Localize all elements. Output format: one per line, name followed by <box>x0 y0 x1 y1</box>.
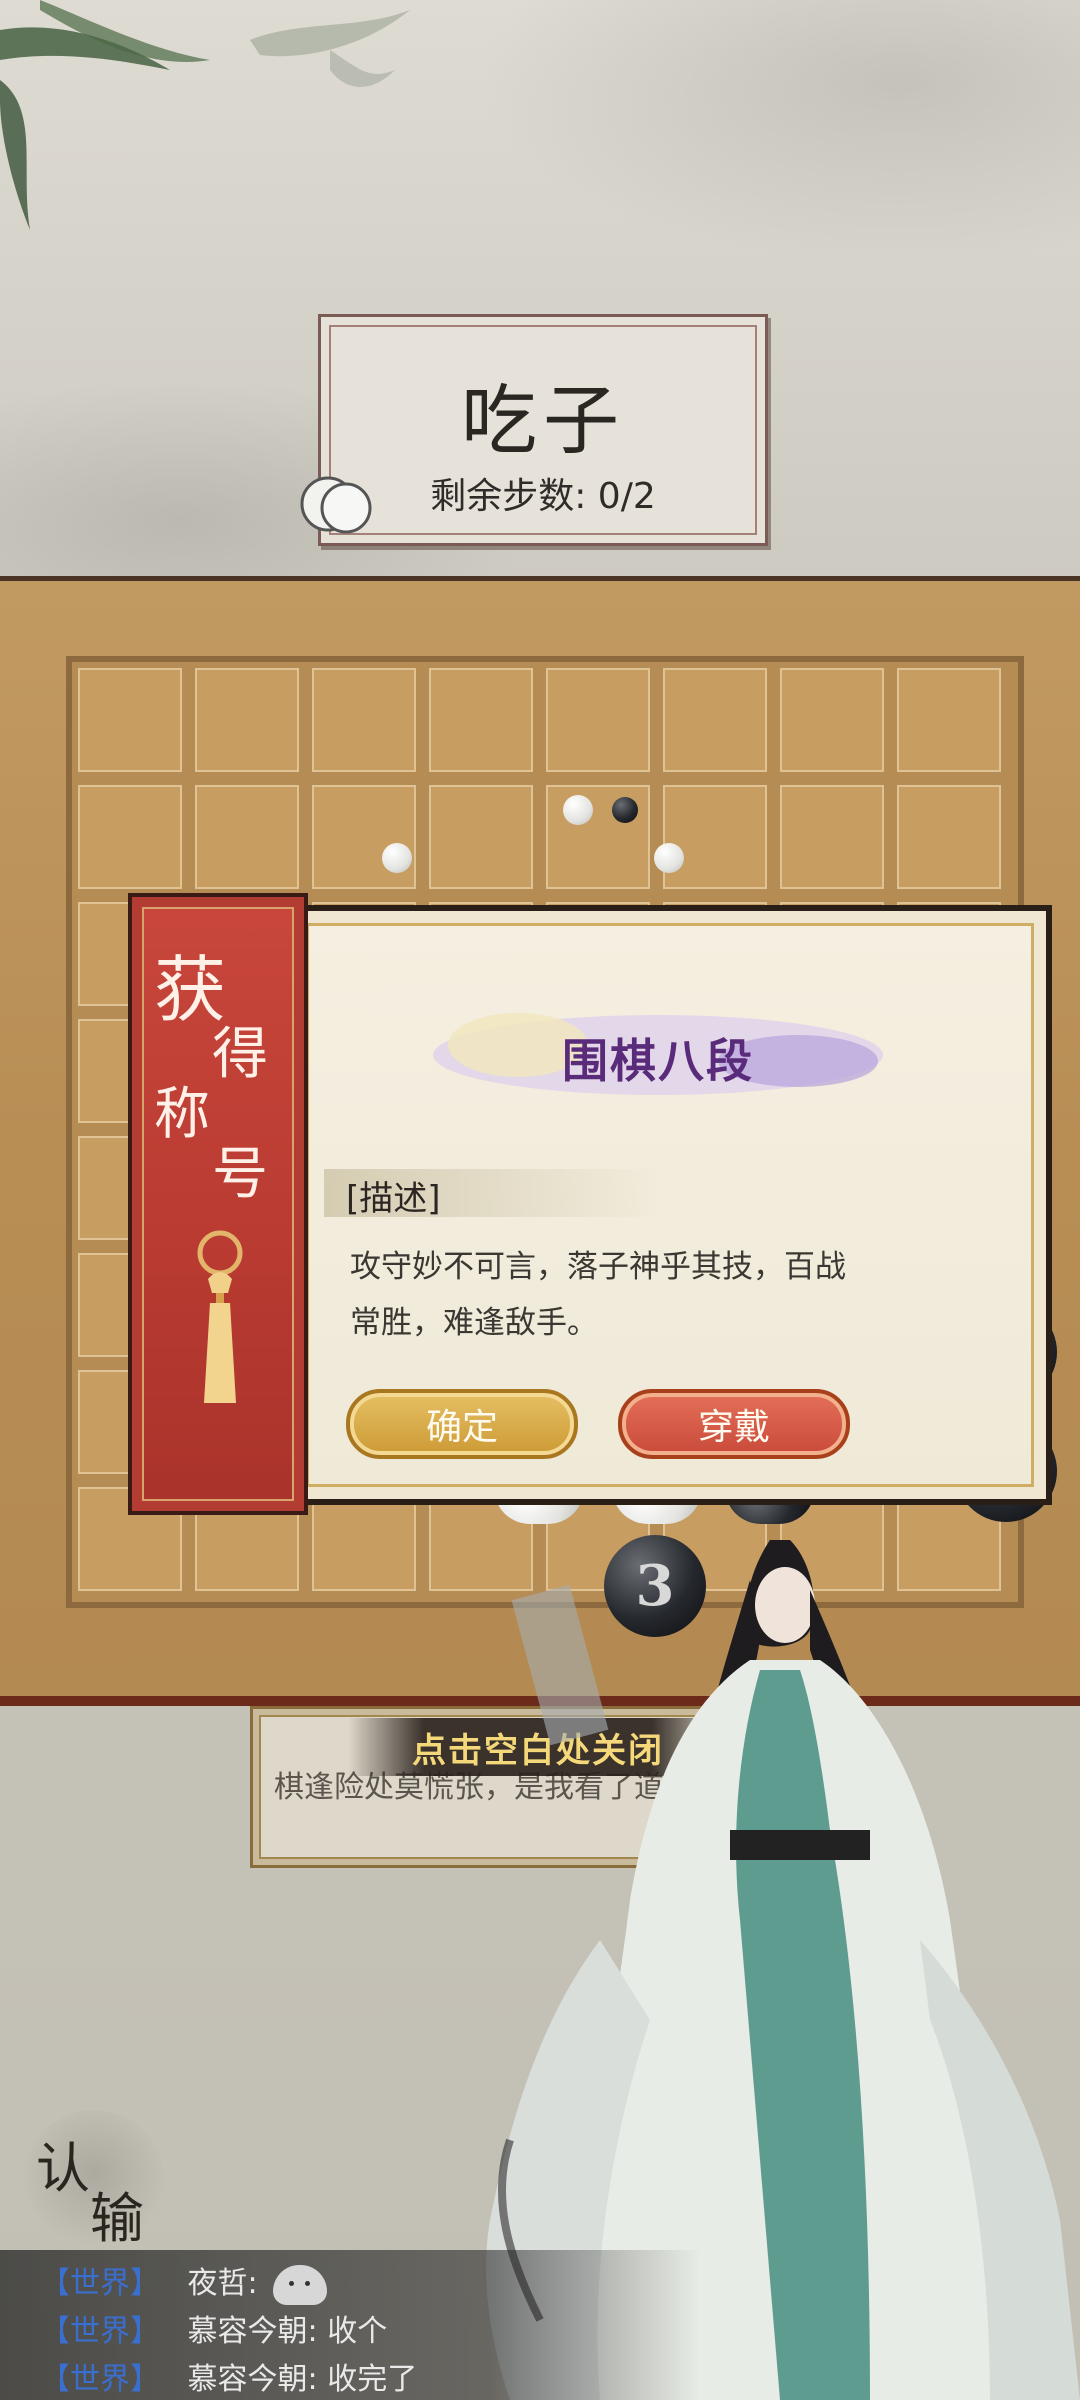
chat-message: 【世界】 慕容今朝: 收个 <box>40 2306 387 2350</box>
description-line: 常胜，难逢敌手。 <box>350 1305 598 1341</box>
board-cell[interactable] <box>312 668 416 772</box>
board-cell[interactable] <box>546 668 650 772</box>
tassel-icon <box>197 1230 243 1403</box>
white-stone <box>563 795 593 825</box>
wear-button[interactable]: 穿戴 <box>618 1389 850 1459</box>
chat-sender: 慕容今朝: <box>187 2314 318 2349</box>
resign-char: 认 <box>36 2137 90 2200</box>
banner-char: 号 <box>212 1142 268 1207</box>
chat-text: 收完了 <box>327 2362 418 2397</box>
board-cell[interactable] <box>663 785 767 889</box>
chat-channel: 【世界】 <box>40 2362 160 2397</box>
board-cell[interactable] <box>78 668 182 772</box>
description-line: 攻守妙不可言，落子神乎其技，百战 <box>350 1249 846 1285</box>
card-stones-icon <box>300 476 372 534</box>
remaining-steps: 剩余步数: 0/2 <box>430 476 656 517</box>
chat-channel: 【世界】 <box>40 2314 160 2349</box>
banner-char: 称 <box>154 1082 210 1147</box>
board-cell[interactable] <box>429 785 533 889</box>
emoji-icon <box>273 2264 328 2305</box>
task-title: 吃子 <box>461 376 625 465</box>
confirm-button[interactable]: 确定 <box>346 1389 578 1459</box>
description-label: [描述] <box>346 1179 441 1219</box>
title-name: 围棋八段 <box>562 1034 754 1088</box>
chat-message: 【世界】 夜哲: <box>40 2258 328 2305</box>
banner-char: 得 <box>212 1022 268 1087</box>
board-cell[interactable] <box>195 668 299 772</box>
description-text: 攻守妙不可言，落子神乎其技，百战 常胜，难逢敌手。 <box>350 1239 870 1351</box>
acquired-title-banner: 获 得 称 号 <box>128 893 308 1515</box>
chat-sender: 夜哲: <box>187 2266 258 2301</box>
white-stone <box>382 843 412 873</box>
white-stone <box>654 843 684 873</box>
board-cell[interactable] <box>897 785 1001 889</box>
title-badge: 围棋八段 <box>428 1005 888 1101</box>
chat-text: 收个 <box>327 2314 388 2349</box>
board-cell[interactable] <box>663 668 767 772</box>
title-acquired-modal: 获 得 称 号 围棋八段 [描述] 攻守妙不可言，落子神乎其技，百战 常胜，难逢… <box>128 893 1052 1515</box>
board-cell[interactable] <box>429 668 533 772</box>
chat-sender: 慕容今朝: <box>187 2362 318 2397</box>
resign-char: 输 <box>90 2187 144 2250</box>
board-cell[interactable] <box>780 668 884 772</box>
board-cell[interactable] <box>195 785 299 889</box>
board-cell[interactable] <box>780 785 884 889</box>
bamboo-decoration <box>0 0 410 230</box>
board-cell[interactable] <box>897 668 1001 772</box>
task-card: 吃子 剩余步数: 0/2 <box>318 314 768 546</box>
board-cell[interactable] <box>312 785 416 889</box>
chat-channel: 【世界】 <box>40 2266 160 2301</box>
world-chat[interactable]: 【世界】 夜哲: 【世界】 慕容今朝: 收个 【世界】 慕容今朝: 收完了 <box>0 2250 700 2400</box>
resign-button[interactable]: 认 输 <box>24 2110 164 2250</box>
chat-message: 【世界】 慕容今朝: 收完了 <box>40 2354 417 2398</box>
black-stone <box>612 797 638 823</box>
board-cell[interactable] <box>78 785 182 889</box>
